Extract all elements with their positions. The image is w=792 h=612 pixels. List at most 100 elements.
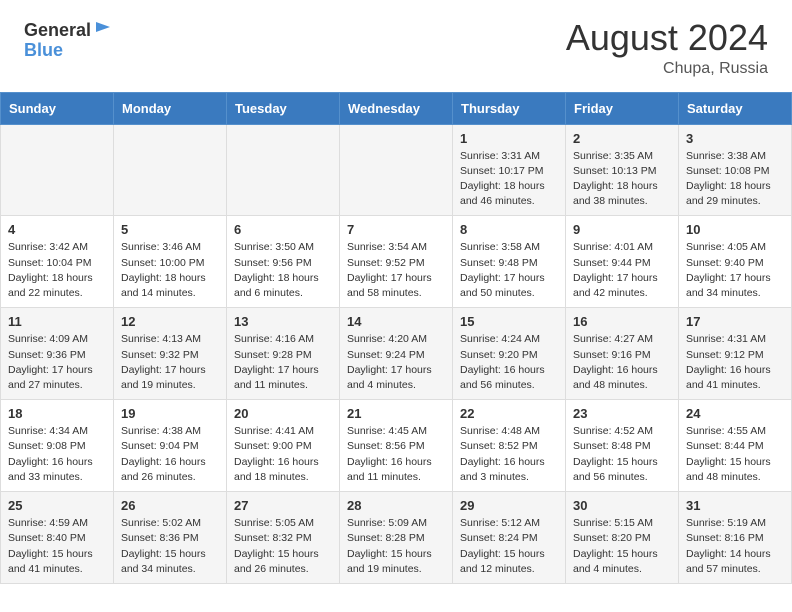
- day-number: 16: [573, 314, 671, 329]
- day-info: Sunrise: 3:42 AMSunset: 10:04 PMDaylight…: [8, 240, 106, 301]
- calendar-cell: 15 Sunrise: 4:24 AMSunset: 9:20 PMDayligh…: [453, 308, 566, 400]
- calendar-cell: 7 Sunrise: 3:54 AMSunset: 9:52 PMDaylight…: [340, 216, 453, 308]
- day-info: Sunrise: 3:31 AMSunset: 10:17 PMDaylight…: [460, 149, 558, 210]
- day-info: Sunrise: 4:09 AMSunset: 9:36 PMDaylight:…: [8, 332, 106, 393]
- day-info: Sunrise: 4:24 AMSunset: 9:20 PMDaylight:…: [460, 332, 558, 393]
- day-number: 21: [347, 406, 445, 421]
- day-header-thursday: Thursday: [453, 92, 566, 124]
- day-number: 26: [121, 498, 219, 513]
- calendar-cell: 20 Sunrise: 4:41 AMSunset: 9:00 PMDayligh…: [227, 400, 340, 492]
- day-info: Sunrise: 3:58 AMSunset: 9:48 PMDaylight:…: [460, 240, 558, 301]
- calendar-cell: 4 Sunrise: 3:42 AMSunset: 10:04 PMDayligh…: [1, 216, 114, 308]
- calendar-cell: 11 Sunrise: 4:09 AMSunset: 9:36 PMDayligh…: [1, 308, 114, 400]
- day-number: 2: [573, 131, 671, 146]
- day-info: Sunrise: 4:45 AMSunset: 8:56 PMDaylight:…: [347, 424, 445, 485]
- calendar-cell: 28Sunrise: 5:09 AMSunset: 8:28 PMDayligh…: [340, 492, 453, 584]
- day-info: Sunrise: 4:34 AMSunset: 9:08 PMDaylight:…: [8, 424, 106, 485]
- calendar-week-row: 1 Sunrise: 3:31 AMSunset: 10:17 PMDayligh…: [1, 124, 792, 216]
- day-info: Sunrise: 4:41 AMSunset: 9:00 PMDaylight:…: [234, 424, 332, 485]
- calendar-cell: [340, 124, 453, 216]
- day-info: Sunrise: 5:12 AMSunset: 8:24 PMDaylight:…: [460, 516, 558, 577]
- day-info: Sunrise: 4:05 AMSunset: 9:40 PMDaylight:…: [686, 240, 784, 301]
- calendar-cell: 3 Sunrise: 3:38 AMSunset: 10:08 PMDayligh…: [679, 124, 792, 216]
- day-number: 6: [234, 222, 332, 237]
- calendar-week-row: 18 Sunrise: 4:34 AMSunset: 9:08 PMDayligh…: [1, 400, 792, 492]
- page-header: General Blue August 2024 Chupa, Russia: [0, 0, 792, 88]
- day-number: 3: [686, 131, 784, 146]
- calendar-cell: 19 Sunrise: 4:38 AMSunset: 9:04 PMDayligh…: [114, 400, 227, 492]
- calendar-cell: 26Sunrise: 5:02 AMSunset: 8:36 PMDayligh…: [114, 492, 227, 584]
- day-info: Sunrise: 4:27 AMSunset: 9:16 PMDaylight:…: [573, 332, 671, 393]
- day-number: 4: [8, 222, 106, 237]
- logo: General Blue: [24, 18, 112, 59]
- calendar-cell: 23 Sunrise: 4:52 AMSunset: 8:48 PMDayligh…: [566, 400, 679, 492]
- calendar-cell: [114, 124, 227, 216]
- day-number: 5: [121, 222, 219, 237]
- day-number: 11: [8, 314, 106, 329]
- calendar-table: SundayMondayTuesdayWednesdayThursdayFrid…: [0, 92, 792, 584]
- day-info: Sunrise: 3:50 AMSunset: 9:56 PMDaylight:…: [234, 240, 332, 301]
- day-header-sunday: Sunday: [1, 92, 114, 124]
- calendar-cell: 31Sunrise: 5:19 AMSunset: 8:16 PMDayligh…: [679, 492, 792, 584]
- calendar-cell: 9Sunrise: 4:01 AMSunset: 9:44 PMDaylight…: [566, 216, 679, 308]
- day-number: 8: [460, 222, 558, 237]
- day-info: Sunrise: 4:59 AMSunset: 8:40 PMDaylight:…: [8, 516, 106, 577]
- day-number: 19: [121, 406, 219, 421]
- day-info: Sunrise: 5:19 AMSunset: 8:16 PMDaylight:…: [686, 516, 784, 577]
- day-number: 12: [121, 314, 219, 329]
- calendar-cell: 8 Sunrise: 3:58 AMSunset: 9:48 PMDaylight…: [453, 216, 566, 308]
- calendar-week-row: 25 Sunrise: 4:59 AMSunset: 8:40 PMDayligh…: [1, 492, 792, 584]
- day-info: Sunrise: 3:46 AMSunset: 10:00 PMDaylight…: [121, 240, 219, 301]
- calendar-cell: [1, 124, 114, 216]
- day-info: Sunrise: 3:54 AMSunset: 9:52 PMDaylight:…: [347, 240, 445, 301]
- day-number: 29: [460, 498, 558, 513]
- day-info: Sunrise: 4:55 AMSunset: 8:44 PMDaylight:…: [686, 424, 784, 485]
- day-number: 18: [8, 406, 106, 421]
- day-header-wednesday: Wednesday: [340, 92, 453, 124]
- day-number: 14: [347, 314, 445, 329]
- day-info: Sunrise: 4:38 AMSunset: 9:04 PMDaylight:…: [121, 424, 219, 485]
- title-block: August 2024 Chupa, Russia: [566, 18, 768, 78]
- calendar-cell: 12Sunrise: 4:13 AMSunset: 9:32 PMDayligh…: [114, 308, 227, 400]
- day-number: 10: [686, 222, 784, 237]
- calendar-cell: 2 Sunrise: 3:35 AMSunset: 10:13 PMDayligh…: [566, 124, 679, 216]
- month-year: August 2024: [566, 18, 768, 58]
- calendar-cell: 25 Sunrise: 4:59 AMSunset: 8:40 PMDayligh…: [1, 492, 114, 584]
- calendar-cell: 1 Sunrise: 3:31 AMSunset: 10:17 PMDayligh…: [453, 124, 566, 216]
- logo-icon: [94, 18, 112, 36]
- calendar-cell: 17Sunrise: 4:31 AMSunset: 9:12 PMDayligh…: [679, 308, 792, 400]
- location: Chupa, Russia: [566, 60, 768, 78]
- day-number: 23: [573, 406, 671, 421]
- day-info: Sunrise: 4:52 AMSunset: 8:48 PMDaylight:…: [573, 424, 671, 485]
- day-number: 13: [234, 314, 332, 329]
- calendar-header-row: SundayMondayTuesdayWednesdayThursdayFrid…: [1, 92, 792, 124]
- day-number: 9: [573, 222, 671, 237]
- day-info: Sunrise: 3:35 AMSunset: 10:13 PMDaylight…: [573, 149, 671, 210]
- day-info: Sunrise: 4:16 AMSunset: 9:28 PMDaylight:…: [234, 332, 332, 393]
- day-number: 15: [460, 314, 558, 329]
- calendar-cell: 30Sunrise: 5:15 AMSunset: 8:20 PMDayligh…: [566, 492, 679, 584]
- day-info: Sunrise: 5:05 AMSunset: 8:32 PMDaylight:…: [234, 516, 332, 577]
- day-number: 25: [8, 498, 106, 513]
- day-number: 7: [347, 222, 445, 237]
- calendar-cell: 16 Sunrise: 4:27 AMSunset: 9:16 PMDayligh…: [566, 308, 679, 400]
- calendar-cell: 10 Sunrise: 4:05 AMSunset: 9:40 PMDayligh…: [679, 216, 792, 308]
- day-header-tuesday: Tuesday: [227, 92, 340, 124]
- calendar-cell: 22 Sunrise: 4:48 AMSunset: 8:52 PMDayligh…: [453, 400, 566, 492]
- day-header-monday: Monday: [114, 92, 227, 124]
- day-info: Sunrise: 4:20 AMSunset: 9:24 PMDaylight:…: [347, 332, 445, 393]
- day-number: 20: [234, 406, 332, 421]
- day-header-friday: Friday: [566, 92, 679, 124]
- day-number: 17: [686, 314, 784, 329]
- day-number: 22: [460, 406, 558, 421]
- calendar-cell: [227, 124, 340, 216]
- calendar-cell: 6 Sunrise: 3:50 AMSunset: 9:56 PMDaylight…: [227, 216, 340, 308]
- day-info: Sunrise: 4:48 AMSunset: 8:52 PMDaylight:…: [460, 424, 558, 485]
- day-number: 24: [686, 406, 784, 421]
- day-number: 1: [460, 131, 558, 146]
- calendar-cell: 13 Sunrise: 4:16 AMSunset: 9:28 PMDayligh…: [227, 308, 340, 400]
- day-number: 30: [573, 498, 671, 513]
- day-number: 27: [234, 498, 332, 513]
- calendar-cell: 5 Sunrise: 3:46 AMSunset: 10:00 PMDayligh…: [114, 216, 227, 308]
- day-info: Sunrise: 3:38 AMSunset: 10:08 PMDaylight…: [686, 149, 784, 210]
